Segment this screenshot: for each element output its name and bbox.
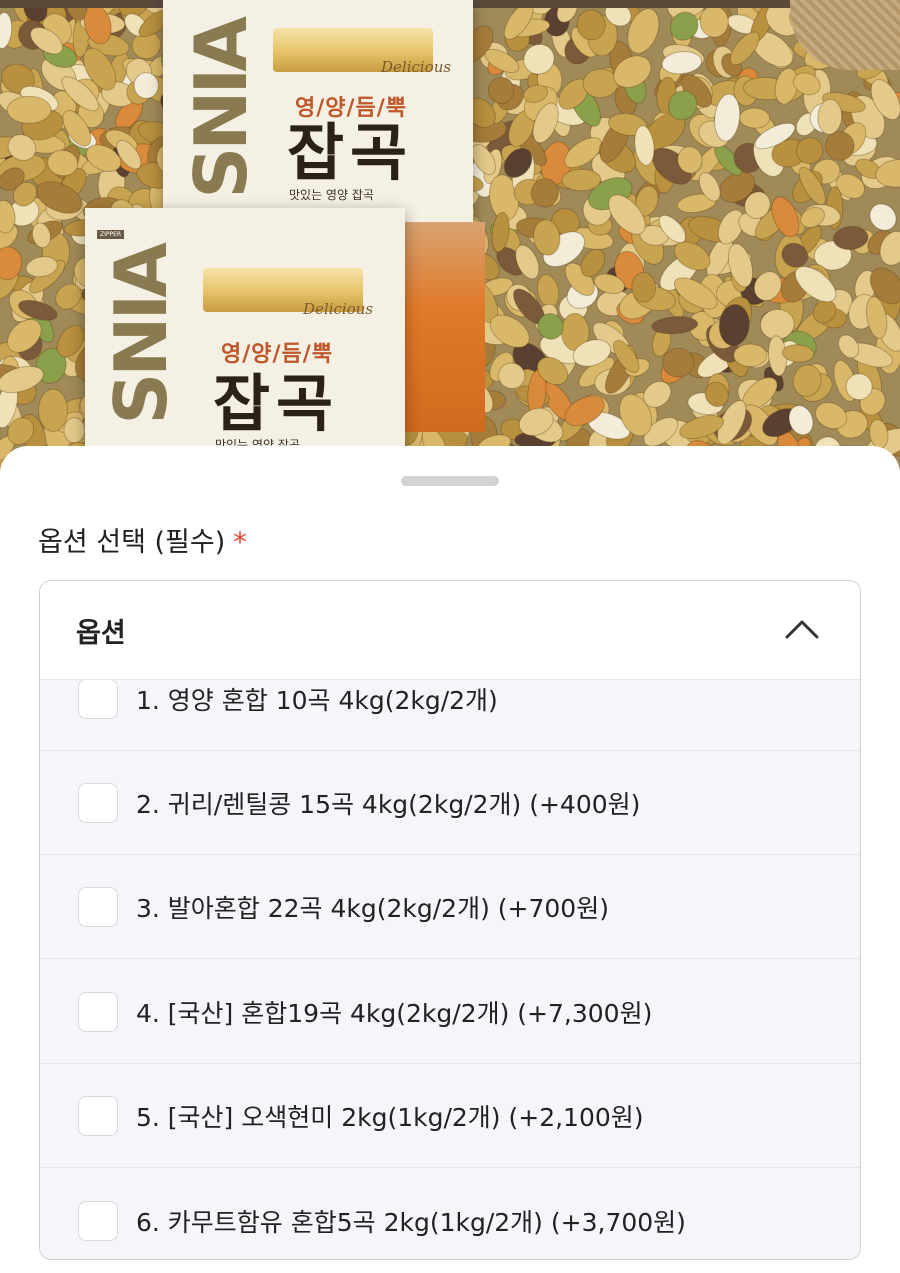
option-item[interactable]: 5. [국산] 오색현미 2kg(1kg/2개) (+2,100원) xyxy=(40,1064,860,1168)
package-tagline: 맛있는 영양 잡곡 xyxy=(289,188,374,202)
grain-kernel xyxy=(6,95,52,124)
option-checkbox[interactable] xyxy=(78,1096,118,1136)
grain-kernel xyxy=(38,388,68,432)
option-checkbox[interactable] xyxy=(78,992,118,1032)
option-dropdown-label: 옵션 xyxy=(76,618,126,649)
package-script-text: Delicious xyxy=(303,300,374,318)
product-image: SNIA Delicious 영/양/듬/뿍 잡곡 맛있는 영양 잡곡 ZIPP… xyxy=(0,0,900,470)
grain-kernel xyxy=(63,417,86,444)
package-headline: 잡곡 xyxy=(213,367,340,440)
option-label: 1. 영양 혼합 10곡 4kg(2kg/2개) xyxy=(136,686,498,715)
package-headline: 잡곡 xyxy=(287,116,414,189)
grain-kernel xyxy=(487,76,515,104)
option-item[interactable]: 4. [국산] 혼합19곡 4kg(2kg/2개) (+7,300원) xyxy=(40,960,860,1064)
option-list: 1. 영양 혼합 10곡 4kg(2kg/2개) 2. 귀리/렌틸콩 15곡 4… xyxy=(40,679,860,1259)
package-script-text: Delicious xyxy=(381,58,452,76)
product-option-page: SNIA Delicious 영/양/듬/뿍 잡곡 맛있는 영양 잡곡 ZIPP… xyxy=(0,0,900,1273)
option-item[interactable]: 1. 영양 혼합 10곡 4kg(2kg/2개) xyxy=(40,679,860,751)
option-checkbox[interactable] xyxy=(78,783,118,823)
option-label: 3. 발아혼합 22곡 4kg(2kg/2개) (+700원) xyxy=(136,894,609,923)
package-zip-label: ZIPPER xyxy=(97,230,125,239)
sheet-drag-handle[interactable] xyxy=(401,476,499,486)
required-star: * xyxy=(233,527,247,558)
option-label: 2. 귀리/렌틸콩 15곡 4kg(2kg/2개) (+400원) xyxy=(136,790,641,819)
option-checkbox[interactable] xyxy=(78,1201,118,1241)
package-vertical-text: SNIA xyxy=(99,246,183,425)
grain-kernel xyxy=(582,68,619,99)
option-label: 4. [국산] 혼합19곡 4kg(2kg/2개) (+7,300원) xyxy=(136,999,653,1028)
package-brand-text: 영/양/듬/뿍 xyxy=(221,342,334,367)
option-dropdown-header[interactable]: 옵션 xyxy=(40,581,860,680)
package-vertical-text: SNIA xyxy=(179,20,263,199)
orange-grain-sack xyxy=(393,222,485,432)
option-item[interactable]: 6. 카무트함유 혼합5곡 2kg(1kg/2개) (+3,700원) xyxy=(40,1169,860,1259)
option-label: 6. 카무트함유 혼합5곡 2kg(1kg/2개) (+3,700원) xyxy=(136,1208,686,1237)
option-bottom-sheet: 옵션 선택 (필수) * 옵션 1. 영양 혼합 10곡 4kg(2kg/2개) … xyxy=(0,446,900,1273)
grain-kernel xyxy=(739,107,771,129)
grain-kernel xyxy=(631,272,657,303)
option-checkbox[interactable] xyxy=(78,679,118,719)
option-label: 5. [국산] 오색현미 2kg(1kg/2개) (+2,100원) xyxy=(136,1103,644,1132)
grain-package-front: ZIPPER SNIA Delicious 영/양/듬/뿍 잡곡 맛있는 영양 … xyxy=(85,208,405,470)
grain-kernel xyxy=(869,203,897,231)
option-item[interactable]: 3. 발아혼합 22곡 4kg(2kg/2개) (+700원) xyxy=(40,855,860,959)
grain-kernel xyxy=(733,343,768,368)
grain-kernel xyxy=(561,168,602,192)
option-section-title-text: 옵션 선택 (필수) xyxy=(38,527,226,558)
option-section-title: 옵션 선택 (필수) * xyxy=(38,520,247,559)
option-checkbox[interactable] xyxy=(78,887,118,927)
chevron-up-icon[interactable] xyxy=(784,617,820,641)
grain-kernel xyxy=(662,347,695,378)
option-dropdown: 옵션 1. 영양 혼합 10곡 4kg(2kg/2개) 2. 귀리/렌틸콩 15… xyxy=(39,580,861,1260)
option-item[interactable]: 2. 귀리/렌틸콩 15곡 4kg(2kg/2개) (+400원) xyxy=(40,751,860,855)
